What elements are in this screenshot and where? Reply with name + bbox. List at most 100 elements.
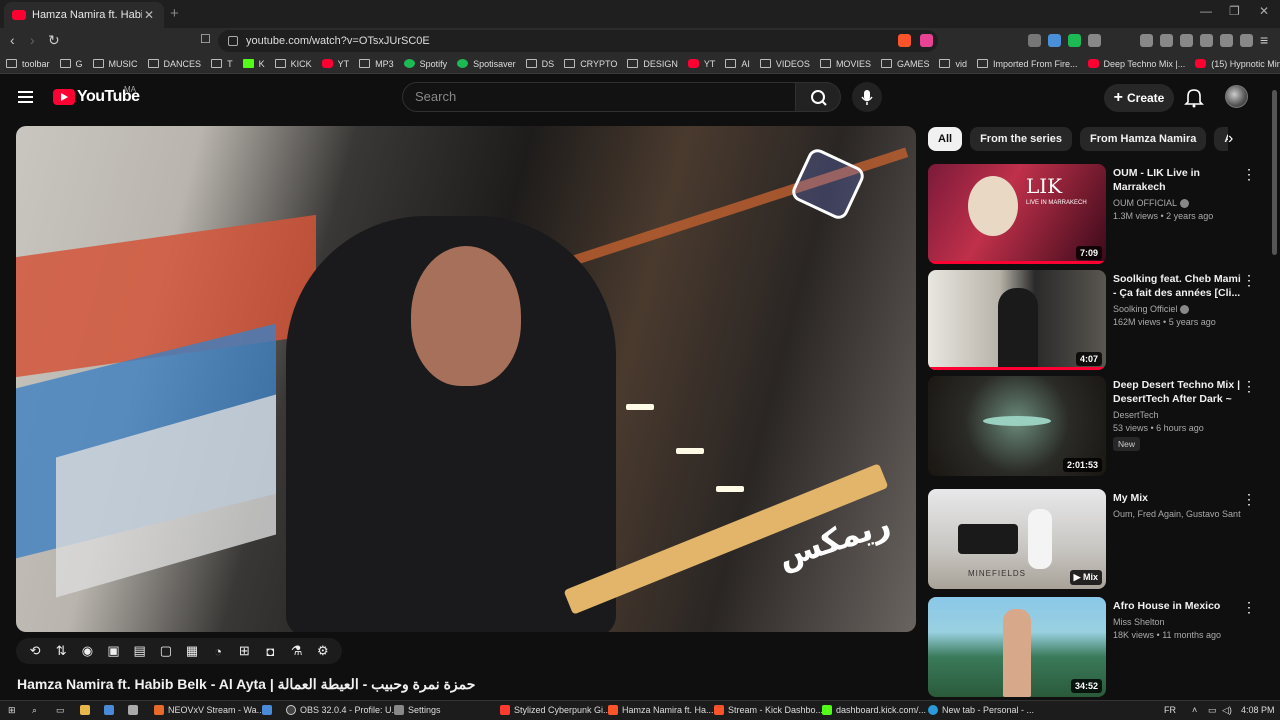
recommendation-title[interactable]: OUM - LIK Live in Marrakech	[1113, 166, 1241, 194]
bookmark-item[interactable]: Imported From Fire...	[976, 59, 1078, 69]
brave-shield-icon[interactable]	[898, 34, 911, 47]
restore-icon[interactable]: ❐	[1229, 4, 1240, 18]
windows-start-icon[interactable]: ⊞	[8, 705, 16, 716]
search-icon[interactable]: ⌕	[32, 705, 37, 716]
new-tab-icon[interactable]: +	[170, 5, 179, 22]
puzzle-extensions-icon[interactable]	[1088, 34, 1101, 47]
taskbar-window[interactable]: dashboard.kick.com/...	[822, 705, 926, 715]
recommendation-item[interactable]: 2:01:53 Deep Desert Techno Mix | DesertT…	[928, 376, 1268, 476]
network-icon[interactable]: ▭	[1208, 705, 1217, 716]
ai-icon[interactable]	[1220, 34, 1233, 47]
chip-all[interactable]: All	[928, 127, 963, 151]
taskbar-window[interactable]: New tab - Personal - ...	[928, 705, 1034, 715]
media-icon[interactable]	[1160, 34, 1173, 47]
bookmark-item[interactable]: Deep Techno Mix |...	[1087, 59, 1185, 69]
more-options-icon[interactable]: ⋮	[1242, 491, 1256, 508]
video-thumbnail[interactable]: 4:07	[928, 270, 1106, 370]
bookmark-item[interactable]: toolbar	[6, 59, 50, 69]
bookmark-item[interactable]: DESIGN	[627, 59, 678, 69]
taskbar-window[interactable]: Stream - Kick Dashbo...	[714, 705, 823, 715]
miniplayer-icon[interactable]: ▣	[105, 642, 123, 660]
recommendation-title[interactable]: Deep Desert Techno Mix | DesertTech Afte…	[1113, 378, 1241, 406]
bookmark-item[interactable]: DANCES	[147, 59, 201, 69]
chip-from-series[interactable]: From the series	[970, 127, 1072, 151]
taskbar-window-active[interactable]: Hamza Namira ft. Ha...	[608, 705, 714, 715]
bookmark-page-icon[interactable]: ☐	[200, 32, 211, 46]
forward-icon[interactable]: ›	[30, 32, 35, 48]
chip-arabic[interactable]: Arabic	[1214, 127, 1228, 151]
bookmark-item[interactable]: GAMES	[880, 59, 929, 69]
notepad-icon[interactable]	[128, 705, 142, 715]
browser-tab-active[interactable]: Hamza Namira ft. Habib Belk ✕	[4, 2, 164, 28]
recommendation-title[interactable]: Soolking feat. Cheb Mami - Ça fait des a…	[1113, 272, 1241, 300]
more-options-icon[interactable]: ⋮	[1242, 599, 1256, 616]
back-icon[interactable]: ‹	[10, 32, 15, 48]
clapper-icon[interactable]: ▤	[131, 642, 149, 660]
subtitles-icon[interactable]: ▦	[183, 642, 201, 660]
voice-search-button[interactable]	[852, 82, 882, 112]
recommendation-item[interactable]: 34:52 Afro House in Mexico Miss Shelton …	[928, 597, 1268, 697]
clock[interactable]: 4:08 PM	[1241, 705, 1275, 715]
download-icon[interactable]	[1140, 34, 1153, 47]
minimize-icon[interactable]: —	[1200, 4, 1212, 18]
taskbar-window[interactable]: Settings	[394, 705, 441, 715]
create-button[interactable]: + Create	[1104, 84, 1174, 112]
language-indicator[interactable]: FR	[1164, 705, 1176, 715]
bookmark-item[interactable]: vid	[939, 59, 967, 69]
avatar[interactable]	[1225, 85, 1248, 108]
search-button[interactable]	[795, 82, 841, 112]
bookmark-item[interactable]: KICK	[274, 59, 312, 69]
bookmark-item[interactable]: VIDEOS	[759, 59, 810, 69]
recommendation-item[interactable]: 4:07 Soolking feat. Cheb Mami - Ça fait …	[928, 270, 1268, 370]
url-bar[interactable]: youtube.com/watch?v=OTsxJUrSC0E	[218, 30, 938, 52]
add-frame-icon[interactable]: ⊞	[235, 642, 253, 660]
recommendation-item[interactable]: LIK LIVE IN MARRAKECH 7:09 OUM - LIK Liv…	[928, 164, 1268, 264]
bookmark-item[interactable]: G	[59, 59, 83, 69]
app-icon[interactable]	[104, 705, 118, 715]
bookmark-item[interactable]: MUSIC	[92, 59, 138, 69]
sort-icon[interactable]: ⇅	[52, 642, 70, 660]
bookmark-item[interactable]: Spotify	[403, 59, 447, 69]
video-thumbnail[interactable]: MINEFIELDS ▶ Mix	[928, 489, 1106, 589]
channel-name[interactable]: Soolking Officiel	[1113, 304, 1177, 314]
bookmark-item[interactable]: MP3	[359, 59, 394, 69]
extension-icon[interactable]	[1048, 34, 1061, 47]
screenshot-icon[interactable]: ◘	[261, 642, 279, 660]
bookmark-item[interactable]: Spotisaver	[457, 59, 516, 69]
video-player[interactable]: ريمكس	[16, 126, 916, 632]
cast-icon[interactable]: ◉	[78, 642, 96, 660]
bookmark-item[interactable]: CRYPTO	[564, 59, 617, 69]
page-scrollbar[interactable]	[1272, 90, 1277, 255]
chevron-right-icon[interactable]: ›	[1228, 130, 1233, 148]
channel-name[interactable]: Miss Shelton	[1113, 617, 1241, 627]
pen-extension-icon[interactable]	[1028, 34, 1041, 47]
more-options-icon[interactable]: ⋮	[1242, 378, 1256, 395]
bookmark-item[interactable]: (15) Hypnotic Mini...	[1195, 59, 1280, 69]
extension-icon[interactable]	[1068, 34, 1081, 47]
wallet-icon[interactable]	[1200, 34, 1213, 47]
vpn-icon[interactable]	[1240, 34, 1253, 47]
chip-from-hamza-namira[interactable]: From Hamza Namira	[1079, 127, 1207, 151]
notifications-bell-icon[interactable]	[1184, 86, 1204, 108]
taskbar-window[interactable]: Stylized Cyberpunk Gi...	[500, 705, 611, 715]
recommendation-title[interactable]: My Mix	[1113, 491, 1241, 505]
video-thumbnail[interactable]: LIK LIVE IN MARRAKECH 7:09	[928, 164, 1106, 264]
file-explorer-icon[interactable]	[80, 705, 94, 715]
bookmark-item[interactable]: AI	[725, 59, 750, 69]
flask-icon[interactable]: ⚗	[288, 642, 306, 660]
bookmark-item[interactable]: T	[211, 59, 233, 69]
sidebar-icon[interactable]	[1180, 34, 1193, 47]
rewards-icon[interactable]	[920, 34, 933, 47]
speed-icon[interactable]: ◔	[209, 642, 227, 660]
taskbar-window[interactable]: OBS 32.0.4 - Profile: U...	[286, 705, 399, 715]
channel-name[interactable]: DesertTech	[1113, 410, 1241, 420]
recommendation-title[interactable]: Afro House in Mexico	[1113, 599, 1241, 613]
bookmark-item[interactable]: K	[242, 59, 265, 69]
search-input[interactable]: Search	[402, 82, 796, 112]
reload-icon[interactable]: ↻	[48, 32, 60, 49]
app-icon[interactable]	[262, 705, 276, 715]
settings-gear-icon[interactable]: ⚙	[314, 642, 332, 660]
more-options-icon[interactable]: ⋮	[1242, 166, 1256, 183]
hamburger-menu-icon[interactable]	[18, 91, 33, 103]
volume-icon[interactable]: ◁)	[1222, 705, 1232, 716]
